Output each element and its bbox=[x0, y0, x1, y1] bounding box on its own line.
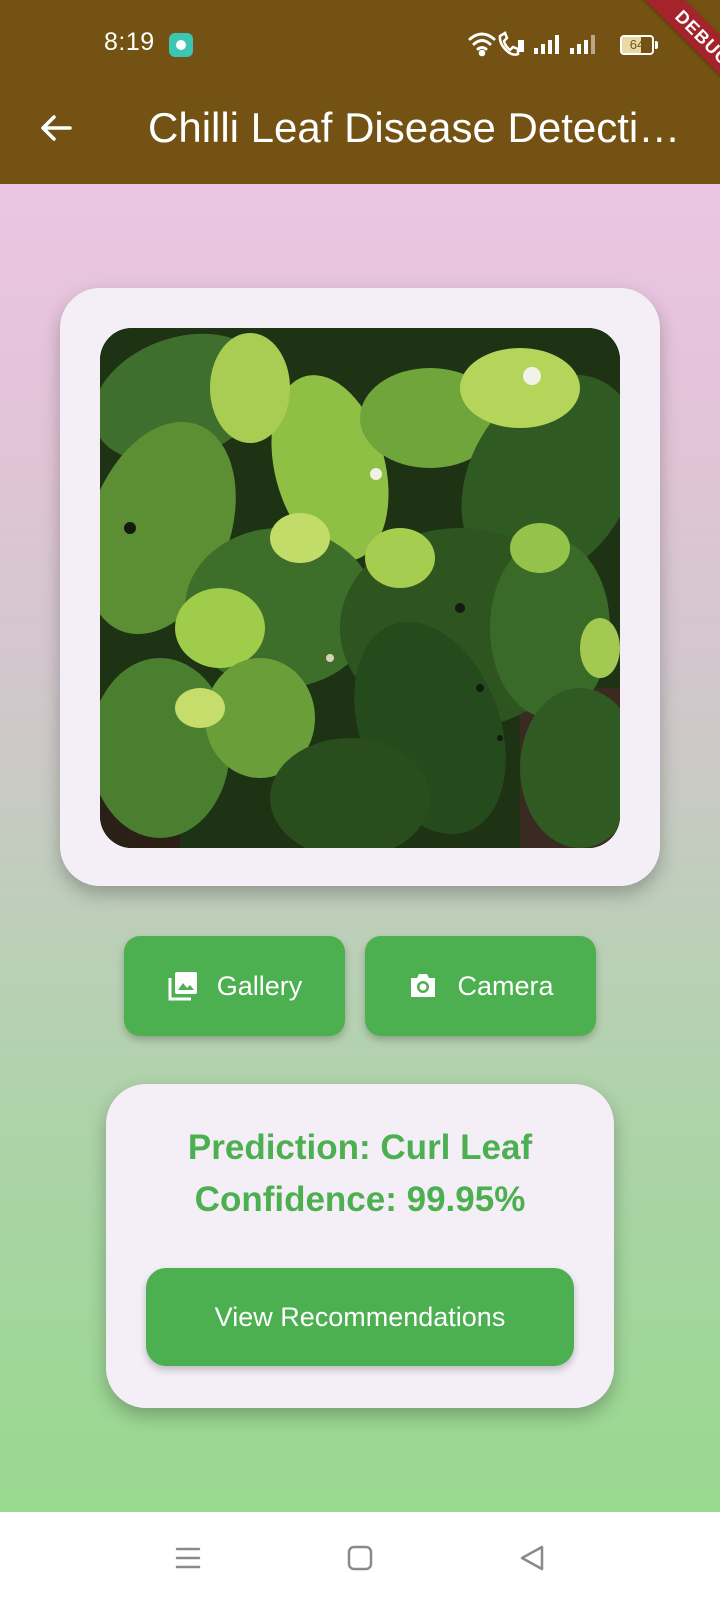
view-recommendations-button[interactable]: View Recommendations bbox=[146, 1268, 574, 1366]
battery-icon: 64 bbox=[620, 35, 654, 55]
prediction-text: Prediction: Curl Leaf bbox=[187, 1128, 533, 1167]
system-nav-bar bbox=[0, 1512, 720, 1600]
home-button[interactable] bbox=[336, 1534, 384, 1582]
main-content: Gallery Camera Prediction: Curl Leaf Con… bbox=[0, 184, 720, 1512]
app-notification-icon bbox=[169, 33, 193, 57]
camera-label: Camera bbox=[457, 970, 554, 1001]
gallery-button[interactable]: Gallery bbox=[124, 936, 345, 1036]
back-button[interactable] bbox=[32, 104, 80, 152]
signal-icon bbox=[534, 35, 559, 54]
back-icon bbox=[520, 1545, 544, 1571]
signal-icon bbox=[570, 35, 595, 54]
wifi-calling-icon bbox=[498, 31, 524, 56]
recent-apps-button[interactable] bbox=[164, 1534, 212, 1582]
wifi-icon bbox=[468, 32, 496, 57]
result-card: Prediction: Curl Leaf Confidence: 99.95%… bbox=[106, 1084, 614, 1408]
arrow-back-icon bbox=[41, 115, 72, 141]
confidence-text: Confidence: 99.95% bbox=[194, 1180, 526, 1219]
gallery-label: Gallery bbox=[216, 970, 303, 1001]
page-title: Chilli Leaf Disease Detecti… bbox=[148, 104, 681, 151]
status-bar: 8:19 64 bbox=[0, 0, 720, 88]
image-card bbox=[60, 288, 660, 886]
camera-icon bbox=[411, 974, 436, 997]
system-back-button[interactable] bbox=[508, 1534, 556, 1582]
leaf-photo-illustration bbox=[100, 328, 620, 848]
leaf-photo bbox=[100, 328, 620, 848]
photo-library-icon bbox=[168, 972, 197, 1001]
camera-button[interactable]: Camera bbox=[365, 936, 596, 1036]
status-icons bbox=[468, 31, 595, 57]
app-bar: Chilli Leaf Disease Detecti… bbox=[0, 88, 720, 184]
status-time: 8:19 bbox=[104, 28, 155, 56]
home-icon bbox=[347, 1545, 373, 1571]
menu-icon bbox=[175, 1547, 201, 1569]
battery-tip bbox=[655, 41, 658, 49]
